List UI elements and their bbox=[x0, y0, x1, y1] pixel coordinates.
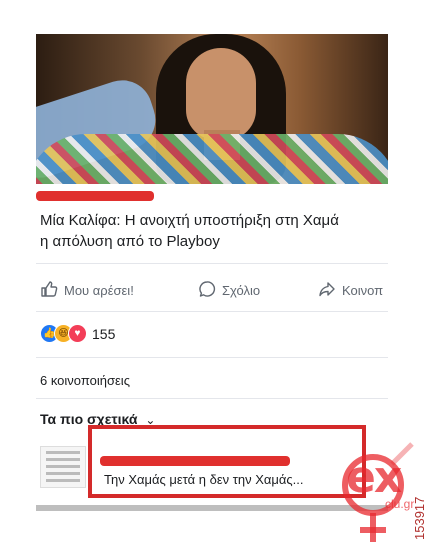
share-arrow-icon bbox=[318, 280, 336, 301]
image-face bbox=[186, 48, 256, 140]
watermark-domain: clu.gr bbox=[385, 497, 415, 511]
comment-bubble-icon bbox=[198, 280, 216, 301]
redaction-mark-source bbox=[36, 191, 154, 201]
action-bar: Μου αρέσει! Σχόλιο Κοινοπ bbox=[36, 280, 392, 306]
like-label: Μου αρέσει! bbox=[64, 283, 134, 298]
reaction-count: 155 bbox=[92, 325, 116, 342]
share-count[interactable]: 6 κοινοποιήσεις bbox=[40, 373, 130, 388]
post-headline[interactable]: Μία Καλίφα: Η ανοιχτή υποστήριξη στη Χαμ… bbox=[40, 210, 390, 252]
like-button[interactable]: Μου αρέσει! bbox=[40, 280, 134, 301]
share-label: Κοινοπ bbox=[342, 283, 384, 298]
image-shirt bbox=[36, 134, 388, 184]
thumbs-up-icon bbox=[40, 280, 58, 301]
watermark-brand: ex bbox=[346, 452, 402, 503]
headline-line-1: Μία Καλίφα: Η ανοιχτή υποστήριξη στη Χαμ… bbox=[40, 212, 339, 229]
divider bbox=[36, 357, 388, 358]
divider bbox=[36, 263, 388, 264]
related-article-thumbnail[interactable] bbox=[40, 446, 86, 488]
post-image[interactable] bbox=[36, 34, 388, 184]
comment-label: Σχόλιο bbox=[222, 283, 261, 298]
headline-line-2: η απόλυση από το Playboy bbox=[40, 233, 220, 250]
watermark-id: 153917 bbox=[412, 496, 427, 540]
highlight-box bbox=[88, 425, 366, 498]
reaction-summary[interactable]: 👍 😆 ♥ 155 bbox=[40, 324, 115, 343]
divider bbox=[36, 398, 388, 399]
share-button[interactable]: Κοινοπ bbox=[318, 280, 383, 301]
comment-button[interactable]: Σχόλιο bbox=[198, 280, 260, 301]
love-icon: ♥ bbox=[68, 324, 87, 343]
divider bbox=[36, 311, 388, 312]
